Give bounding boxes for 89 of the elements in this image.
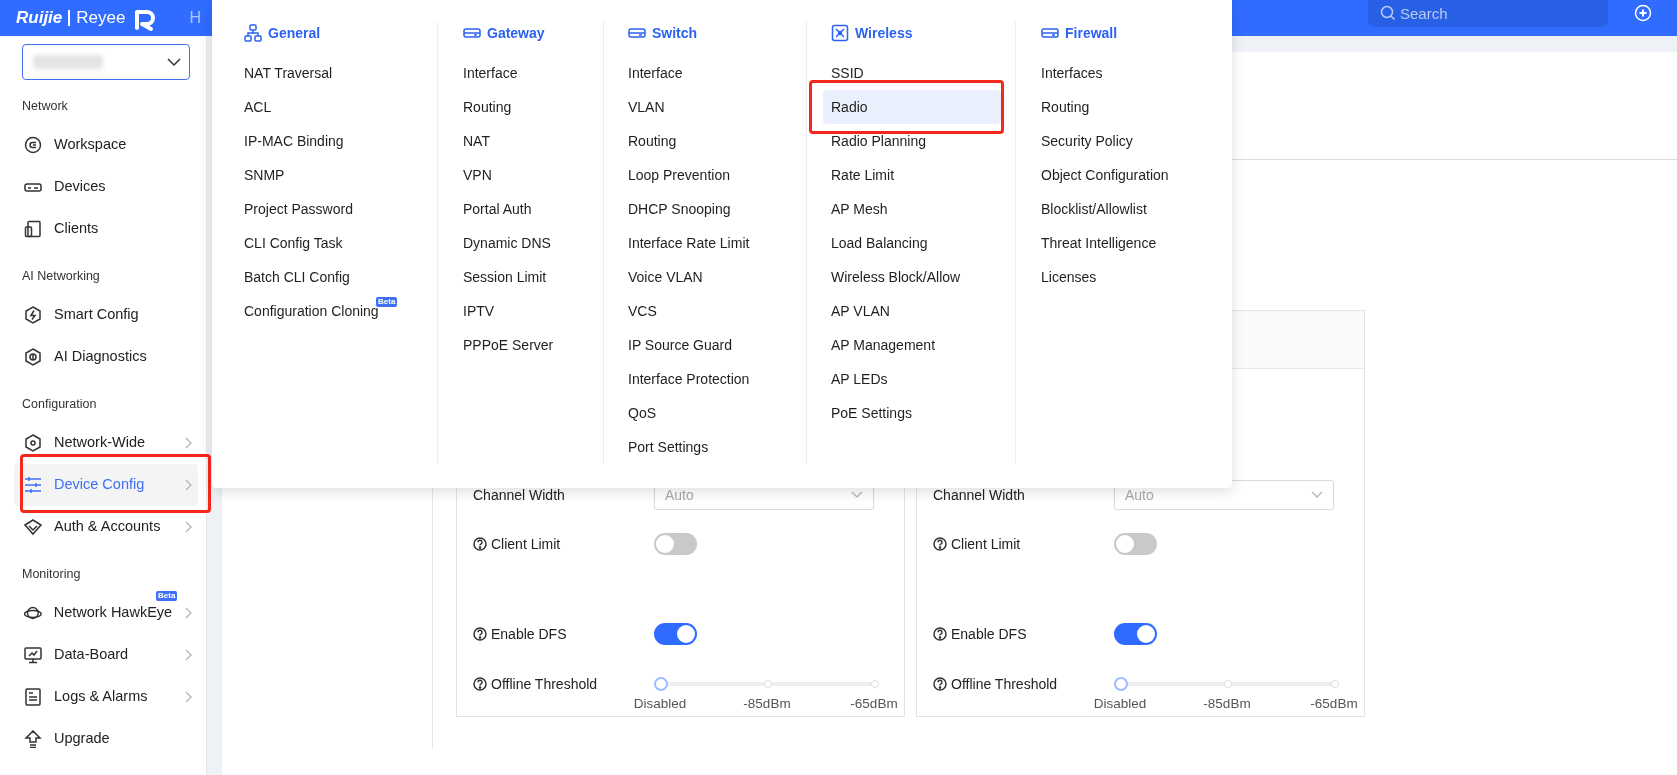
menu-item[interactable]: Routing	[1033, 90, 1211, 124]
item-label: Clients	[54, 219, 100, 239]
menu-item[interactable]: Interface Protection	[620, 362, 798, 396]
sidebar-item[interactable]: Devices	[14, 166, 198, 208]
menu-item[interactable]: SSID	[823, 56, 1001, 90]
menu-item[interactable]: Batch CLI Config	[236, 260, 414, 294]
menu-item[interactable]: AP LEDs	[823, 362, 1001, 396]
field-label: Client Limit	[951, 534, 1021, 554]
menu-group-title: Wireless	[855, 23, 913, 43]
menu-group-title: Switch	[652, 23, 698, 43]
menu-item[interactable]: VLAN	[620, 90, 798, 124]
menu-item[interactable]: Wireless Block/Allow	[823, 260, 1001, 294]
menu-item[interactable]: Licenses	[1033, 260, 1211, 294]
field-label: Channel Width	[933, 485, 1025, 505]
slider-mark-label: Disabled	[633, 696, 687, 712]
sidebar-item[interactable]: Smart Config	[14, 294, 198, 336]
sidebar-item[interactable]: Device Config	[14, 464, 198, 506]
sidebar-item[interactable]: Logs & Alarms	[14, 676, 198, 718]
slider-mark-label: -65dBm	[1310, 696, 1358, 712]
sidebar-item[interactable]: Data-Board	[14, 634, 198, 676]
section-title: Configuration	[21, 396, 98, 413]
section-title: AI Networking	[21, 268, 101, 285]
menu-item[interactable]: DHCP Snooping	[620, 192, 798, 226]
sidebar-item[interactable]: Upgrade	[14, 718, 198, 760]
menu-group-title: Gateway	[487, 23, 545, 43]
field-label: Offline Threshold	[951, 675, 1058, 694]
brand-name: Ruijie	[16, 7, 63, 29]
menu-item[interactable]: IP-MAC Binding	[236, 124, 414, 158]
sidebar-item[interactable]: Network-Wide	[14, 422, 198, 464]
menu-item[interactable]: Voice VLAN	[620, 260, 798, 294]
item-label: Logs & Alarms	[54, 687, 149, 707]
menu-item[interactable]: Port Settings	[620, 430, 798, 464]
slider-mark-label: Disabled	[1093, 696, 1147, 712]
menu-item[interactable]: IP Source Guard	[620, 328, 798, 362]
menu-item[interactable]: Routing	[620, 124, 798, 158]
item-label: Smart Config	[54, 305, 140, 325]
search-field[interactable]: Search	[1368, 0, 1608, 27]
menu-item[interactable]: Radio Planning	[823, 124, 1001, 158]
menu-item[interactable]: ACL	[236, 90, 414, 124]
slider-mark-label: -65dBm	[850, 696, 898, 712]
field-label: Offline Threshold	[491, 675, 598, 694]
item-label: Data-Board	[54, 645, 130, 665]
sidebar-item[interactable]: Auth & Accounts	[14, 506, 198, 548]
sidebar-item[interactable]: Beta Network HawkEye	[14, 592, 198, 634]
menu-item[interactable]: AP VLAN	[823, 294, 1001, 328]
item-label: Network-Wide	[54, 433, 147, 453]
item-label: Devices	[54, 177, 107, 197]
menu-item[interactable]: AP Management	[823, 328, 1001, 362]
menu-item[interactable]: SNMP	[236, 158, 414, 192]
item-label: Upgrade	[54, 729, 111, 749]
sidebar-item[interactable]: Clients	[14, 208, 198, 250]
menu-item[interactable]: Rate Limit	[823, 158, 1001, 192]
section-title: Monitoring	[21, 566, 82, 583]
menu-item[interactable]: Threat Intelligence	[1033, 226, 1211, 260]
beta-badge: Beta	[376, 297, 398, 307]
menu-item[interactable]: Interface	[620, 56, 798, 90]
menu-item[interactable]: PoE Settings	[823, 396, 1001, 430]
menu-item[interactable]: Security Policy	[1033, 124, 1211, 158]
menu-item[interactable]: VCS	[620, 294, 798, 328]
menu-item[interactable]: Blocklist/Allowlist	[1033, 192, 1211, 226]
menu-item[interactable]: Load Balancing	[823, 226, 1001, 260]
item-label: AI Diagnostics	[54, 347, 148, 367]
menu-group-title: General	[268, 23, 321, 43]
sidebar-item[interactable]: AI Diagnostics	[14, 336, 198, 378]
field-label: Channel Width	[473, 485, 565, 505]
item-label: Device Config	[54, 475, 146, 495]
item-label: Auth & Accounts	[54, 517, 162, 537]
slider-mark-label: -85dBm	[1203, 696, 1251, 712]
menu-item[interactable]: QoS	[620, 396, 798, 430]
menu-item[interactable]: Radio	[823, 90, 1001, 124]
menu-group-title: Firewall	[1065, 23, 1118, 43]
menu-item[interactable]: AP Mesh	[823, 192, 1001, 226]
beta-badge: Beta	[156, 591, 178, 601]
menu-item[interactable]: Project Password	[236, 192, 414, 226]
slider-mark-label: -85dBm	[743, 696, 791, 712]
field-label: Enable DFS	[491, 624, 567, 644]
field-label: Client Limit	[491, 534, 561, 554]
menu-item[interactable]: Interfaces	[1033, 56, 1211, 90]
menu-item[interactable]: Interface Rate Limit	[620, 226, 798, 260]
menu-item[interactable]: CLI Config Task	[236, 226, 414, 260]
menu-item[interactable]: Loop Prevention	[620, 158, 798, 192]
menu-item[interactable]: NAT Traversal	[236, 56, 414, 90]
sidebar-item[interactable]: Workspace	[14, 124, 198, 166]
item-label: Network HawkEye	[53, 603, 173, 623]
menu-item[interactable]: Object Configuration	[1033, 158, 1211, 192]
product-name: Reyee	[76, 7, 126, 29]
field-label: Enable DFS	[951, 624, 1027, 644]
item-label: Workspace	[54, 135, 128, 155]
section-title: Network	[21, 98, 69, 115]
